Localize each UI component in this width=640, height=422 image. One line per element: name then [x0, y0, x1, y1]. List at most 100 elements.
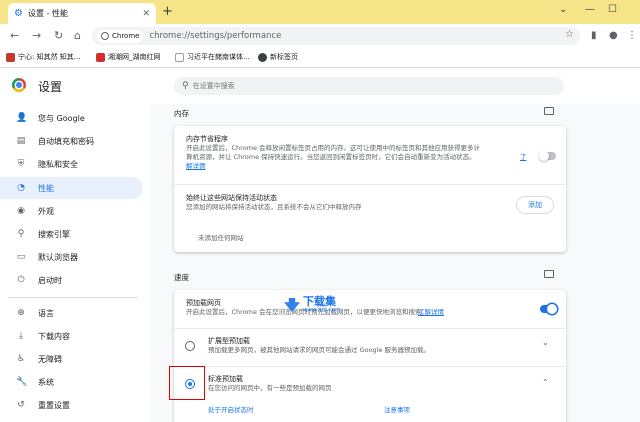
watermark: 下载集 www.xzji.com: [284, 296, 340, 314]
sidebar-item-search-engine[interactable]: ⚲ 搜索引擎: [0, 223, 143, 245]
sidebar-icon[interactable]: ▮: [591, 30, 597, 41]
bookmark-item[interactable]: 宁心: 知其然 知其...: [6, 52, 80, 62]
highlight-box: [169, 366, 205, 400]
sidebar-item-performance[interactable]: ◔ 性能: [0, 177, 143, 199]
new-tab-button[interactable]: +: [162, 4, 173, 19]
bookmark-item[interactable]: 湘潮网_湖南红网: [96, 52, 161, 62]
learn-more-link[interactable]: 解详情: [186, 162, 206, 171]
profile-icon[interactable]: ●: [609, 30, 618, 41]
back-icon[interactable]: ←: [10, 29, 19, 42]
sidebar-item-accessibility[interactable]: ♿ 无障碍: [0, 348, 143, 370]
clipboard-icon: ▤: [16, 136, 26, 146]
chevron-down-icon[interactable]: ⌄: [559, 4, 567, 15]
bookmark-icon: [175, 52, 184, 62]
sidebar-item-on-startup[interactable]: ⏻ 启动时: [0, 269, 143, 291]
toggle-knob: [547, 304, 557, 314]
extended-preload-radio[interactable]: [185, 341, 195, 351]
page-title: 设置: [38, 80, 63, 94]
standard-preload-title: 标准预加载: [208, 375, 243, 383]
maximize-icon[interactable]: ☐: [608, 4, 617, 15]
palette-icon: ◉: [17, 206, 25, 216]
home-icon[interactable]: ⌂: [74, 29, 81, 42]
sidebar-item-downloads[interactable]: ⤓ 下载内容: [0, 325, 143, 347]
search-input[interactable]: [192, 82, 533, 90]
sidebar-item-label: 您与 Google: [38, 113, 85, 123]
sidebar-item-label: 启动时: [38, 275, 62, 285]
browser-icon: ▭: [16, 252, 26, 262]
speedometer-icon: ◔: [17, 183, 25, 193]
sidebar-item-label: 默认浏览器: [38, 252, 78, 262]
sidebar-item-label: 搜索引擎: [38, 229, 70, 239]
person-icon: 👤: [16, 113, 28, 123]
sidebar-divider: [8, 297, 138, 298]
sidebar-item-label: 隐私和安全: [38, 159, 78, 169]
bookmark-item[interactable]: 新标签页: [258, 52, 298, 62]
section-label-speed: 速度: [174, 273, 189, 282]
preload-toggle[interactable]: [540, 304, 557, 314]
memory-card: 内存节省程序 开启此设置后，Chrome 会释放闲置标签页占用的内存。这可让使用…: [174, 126, 566, 252]
when-on-heading: 处于开启状态时: [208, 406, 254, 414]
sidebar-item-appearance[interactable]: ◉ 外观: [0, 200, 143, 222]
settings-search[interactable]: ⚲: [174, 77, 564, 95]
sidebar-item-privacy[interactable]: ⛨ 隐私和安全: [0, 153, 143, 175]
sidebar-item-label: 下载内容: [38, 331, 70, 341]
bookmark-label: 宁心: 知其然 知其...: [18, 53, 81, 61]
chevron-up-icon[interactable]: ⌃: [542, 378, 549, 387]
chrome-logo-icon: [12, 78, 26, 92]
memory-saver-desc-1: 开启此设置后，Chrome 会释放闲置标签页占用的内存。这可让使用中的标签页和其…: [186, 144, 481, 152]
keep-active-desc: 您添加的网站将保持活动状态，且系统不会从它们中释放内存: [186, 203, 362, 211]
sidebar-item-reset[interactable]: ↺ 重置设置: [0, 394, 143, 416]
wrench-icon: 🔧: [16, 377, 28, 387]
bookmark-item[interactable]: 习近平在赭南谋体...: [175, 52, 250, 62]
bookmark-label: 湘潮网_湖南红网: [108, 53, 161, 61]
settings-header: 设置 ⚲: [0, 68, 640, 104]
speed-card: 预加载网页 开启此设置后，Chrome 会在您浏览网页时预先加载网页，以便更快地…: [174, 290, 566, 422]
bookmark-label: 习近平在赭南谋体...: [187, 53, 250, 61]
add-site-button[interactable]: 添加: [516, 196, 554, 214]
minimize-icon[interactable]: —: [585, 4, 595, 15]
sidebar-item-system[interactable]: 🔧 系统: [0, 371, 143, 393]
globe-icon: ⊕: [17, 308, 25, 318]
bookmark-icon: [96, 52, 105, 62]
standard-preload-desc: 在您访问的网页中，有一些是预加载的网页: [208, 384, 332, 392]
reload-icon[interactable]: ↻: [54, 29, 63, 42]
reset-icon: ↺: [17, 400, 25, 410]
search-icon: ⚲: [17, 229, 25, 239]
preload-title: 预加载网页: [186, 299, 221, 307]
no-sites-text: 未添加任何网站: [198, 234, 244, 242]
sidebar-item-languages[interactable]: ⊕ 语言: [0, 302, 143, 324]
forward-icon[interactable]: →: [32, 29, 41, 42]
tab-strip: ⚙ 设置 - 性能 ✕ + ⌄ — ☐: [0, 0, 640, 24]
memory-saver-toggle[interactable]: [539, 151, 556, 161]
sidebar-item-label: 外观: [38, 206, 54, 216]
watermark-url: www.xzji.com: [303, 307, 341, 313]
learn-more-link[interactable]: 了: [520, 153, 527, 162]
site-chip[interactable]: Chrome: [97, 29, 144, 43]
feedback-icon[interactable]: [544, 270, 554, 278]
sidebar-item-label: 性能: [38, 183, 54, 193]
learn-more-link[interactable]: 了解详情: [418, 308, 444, 317]
close-icon[interactable]: ✕: [142, 9, 150, 19]
sidebar-item-autofill[interactable]: ▤ 自动填充和密码: [0, 130, 143, 152]
tab-settings[interactable]: ⚙ 设置 - 性能 ✕: [8, 3, 156, 24]
section-label-memory: 内存: [174, 109, 189, 118]
url-text[interactable]: chrome://settings/performance: [149, 31, 281, 41]
divider: [174, 184, 566, 185]
bookmark-icon: [6, 52, 15, 62]
bookmarks-bar: 宁心: 知其然 知其... 湘潮网_湖南红网 习近平在赭南谋体... 新标签页: [0, 48, 640, 68]
chevron-down-icon[interactable]: ⌄: [542, 338, 549, 347]
extended-preload-desc: 预加载更多网页，被其他网站请求的网页可能会通过 Google 服务器预加载。: [208, 346, 431, 354]
star-icon[interactable]: ☆: [565, 29, 574, 40]
menu-icon[interactable]: ⋮: [627, 30, 637, 41]
sidebar-item-default-browser[interactable]: ▭ 默认浏览器: [0, 246, 143, 268]
sidebar-item-label: 系统: [38, 377, 54, 387]
power-icon: ⏻: [17, 275, 25, 285]
sidebar-item-you-and-google[interactable]: 👤 您与 Google: [0, 107, 143, 129]
chrome-icon: [101, 32, 109, 40]
divider: [174, 366, 566, 367]
feedback-icon[interactable]: [544, 107, 554, 115]
keep-active-title: 始终让这些网站保持活动状态: [186, 194, 277, 202]
address-bar[interactable]: Chrome chrome://settings/performance ☆: [92, 27, 580, 45]
search-icon: ⚲: [182, 81, 189, 91]
gear-icon: ⚙: [14, 7, 23, 19]
